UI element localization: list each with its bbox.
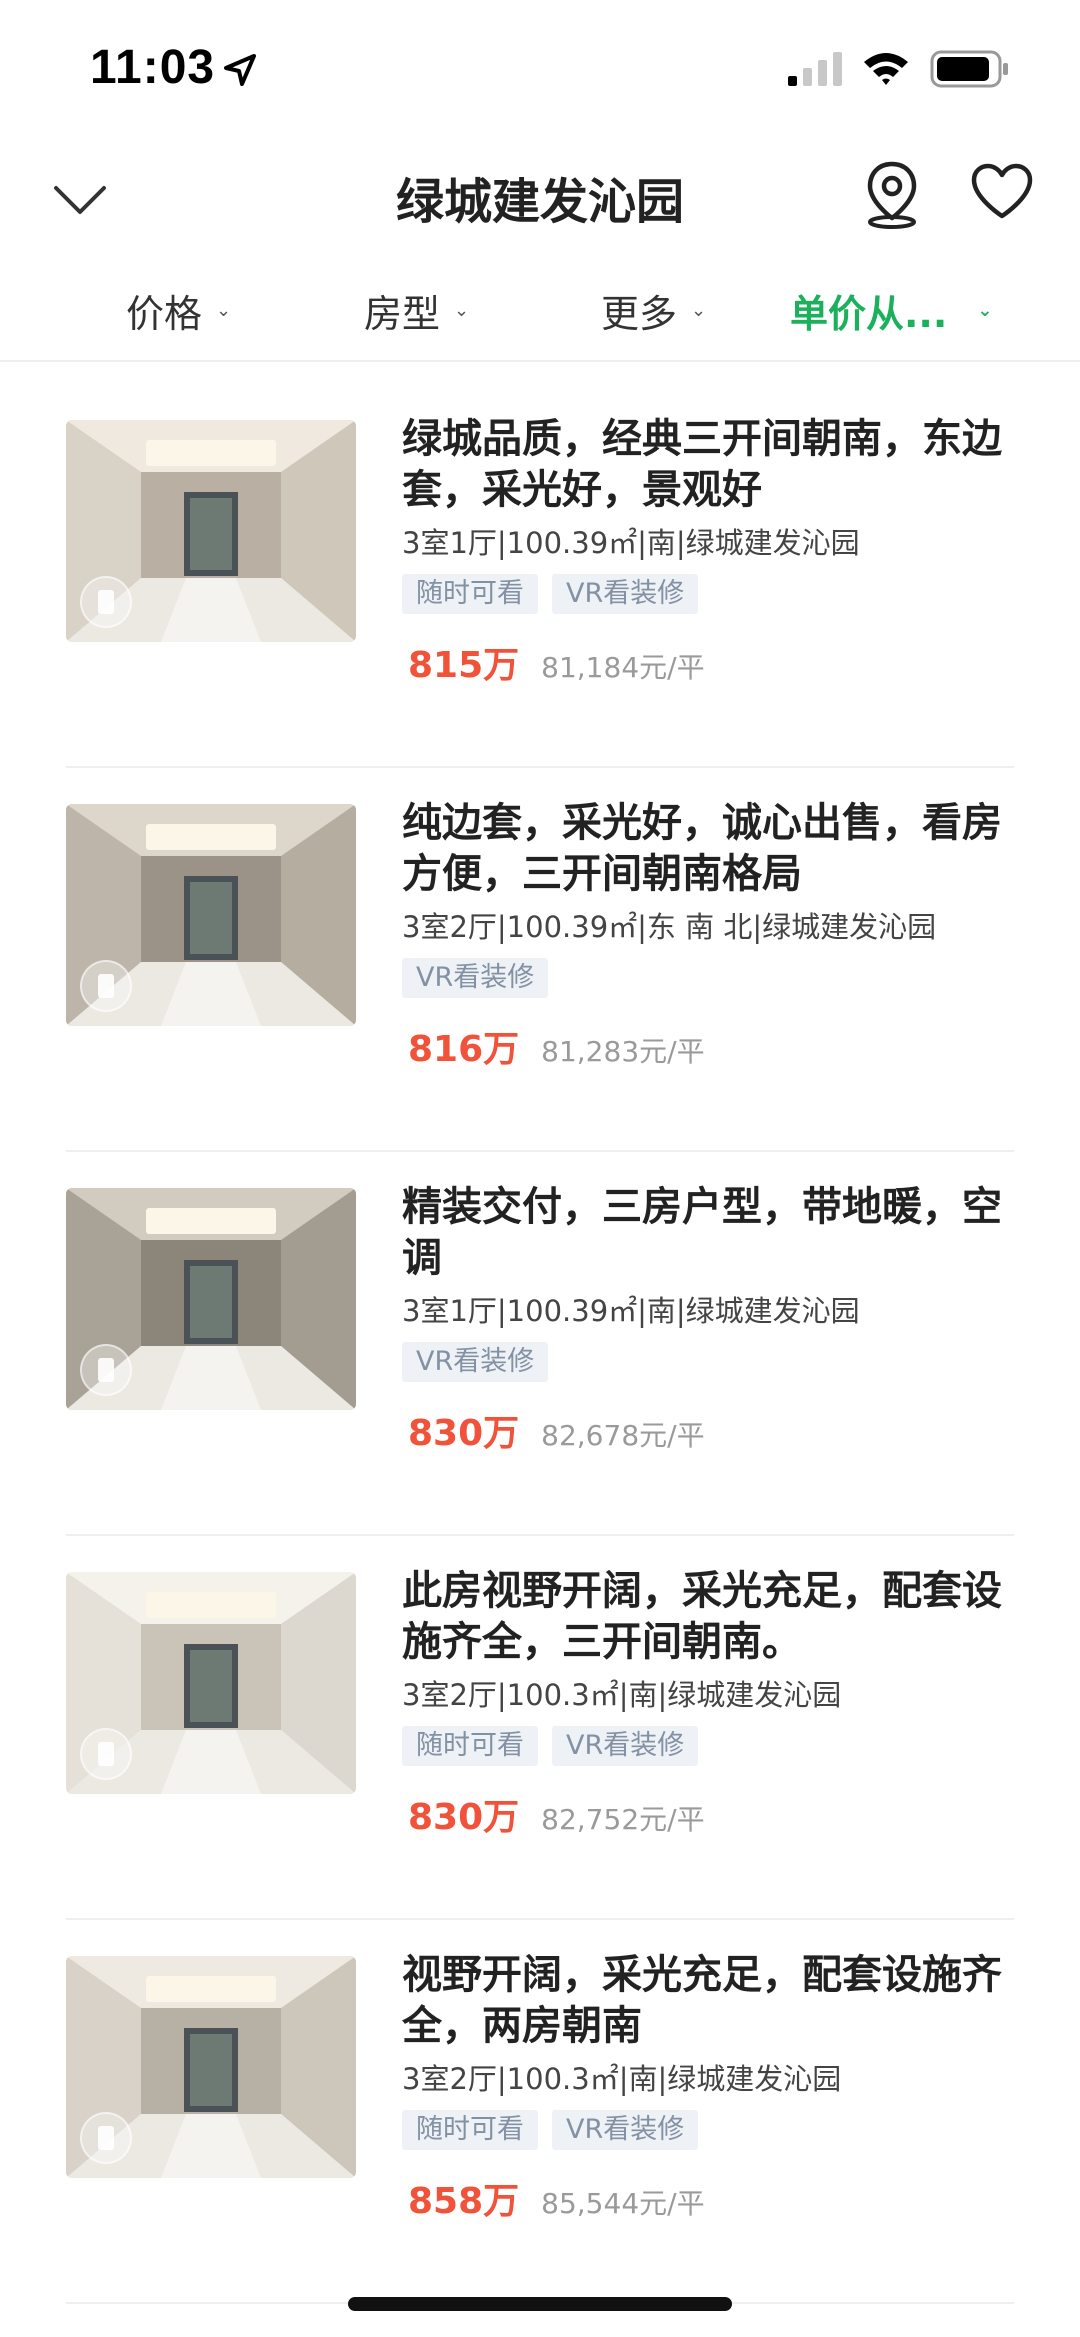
listing-photo[interactable] [66, 1956, 356, 2178]
listing-info: 此房视野开阔，采光充足，配套设施齐全，三开间朝南。 3室2厅|100.3㎡|南|绿… [402, 1566, 1014, 1840]
filter-more[interactable]: 更多 ⌄ [601, 280, 706, 340]
filter-room-type-label: 房型 [364, 291, 441, 336]
home-indicator[interactable] [348, 2297, 732, 2311]
listing-price-row: 830万 82,678元/平 [402, 1404, 1014, 1456]
vr-badge-icon [80, 960, 132, 1012]
listing-title[interactable]: 纯边套，采光好，诚心出售，看房方便，三开间朝南格局 [402, 798, 1014, 900]
listing-unit-price: 82,752元/平 [541, 1803, 705, 1836]
listing-price: 815万 [408, 645, 520, 686]
listing-tag: 随时可看 [402, 574, 538, 614]
listing-price: 830万 [408, 1797, 520, 1838]
cellular-signal-icon [788, 52, 842, 86]
listing-info: 绿城品质，经典三开间朝南，东边套，采光好，景观好 3室1厅|100.39㎡|南|绿… [402, 414, 1014, 688]
filter-more-label: 更多 [601, 291, 678, 336]
vr-badge-icon [80, 2112, 132, 2164]
listing-photo[interactable] [66, 1572, 356, 1794]
listing-card[interactable]: 纯边套，采光好，诚心出售，看房方便，三开间朝南格局 3室2厅|100.39㎡|东 … [66, 768, 1014, 1152]
listing-desc: 3室2厅|100.39㎡|东 南 北|绿城建发沁园 [402, 910, 937, 944]
listing-tags: 随时可看 VR看装修 [402, 1726, 1014, 1768]
listing-unit-price: 81,184元/平 [541, 651, 705, 684]
listing-unit-price: 81,283元/平 [541, 1035, 705, 1068]
listing-card[interactable]: 绿城品质，经典三开间朝南，东边套，采光好，景观好 3室1厅|100.39㎡|南|绿… [66, 384, 1014, 768]
listing-tags: 随时可看 VR看装修 [402, 2110, 1014, 2152]
listing-tag: VR看装修 [402, 958, 549, 998]
listing-price-row: 816万 81,283元/平 [402, 1020, 1014, 1072]
caret-down-icon: ⌄ [977, 299, 993, 321]
listing-tags: VR看装修 [402, 1342, 1014, 1384]
listing-card[interactable]: 视野开阔，采光充足，配套设施齐全，两房朝南 3室2厅|100.3㎡|南|绿城建发沁… [66, 1920, 1014, 2304]
listing-price: 830万 [408, 1413, 520, 1454]
listing-desc: 3室1厅|100.39㎡|南|绿城建发沁园 [402, 1294, 860, 1328]
listing-price-row: 830万 82,752元/平 [402, 1788, 1014, 1840]
location-arrow-icon [224, 54, 256, 86]
listing-card[interactable]: 此房视野开阔，采光充足，配套设施齐全，三开间朝南。 3室2厅|100.3㎡|南|绿… [66, 1536, 1014, 1920]
listing-tag: VR看装修 [402, 1342, 549, 1382]
listing-desc: 3室2厅|100.3㎡|南|绿城建发沁园 [402, 2062, 842, 2096]
listing-price-row: 815万 81,184元/平 [402, 636, 1014, 688]
caret-down-icon: ⌄ [216, 299, 232, 321]
status-time: 11:03 [90, 41, 216, 94]
listing-price: 816万 [408, 1029, 520, 1070]
listing-photo[interactable] [66, 420, 356, 642]
listing-unit-price: 82,678元/平 [541, 1419, 705, 1452]
caret-down-icon: ⌄ [454, 299, 470, 321]
listing-desc: 3室2厅|100.3㎡|南|绿城建发沁园 [402, 1678, 842, 1712]
filter-unit-price-label: 单价从... [790, 291, 948, 336]
listing-photo[interactable] [66, 804, 356, 1026]
listing-tags: VR看装修 [402, 958, 1014, 1000]
listing-tag: VR看装修 [552, 2110, 699, 2150]
listing-title[interactable]: 精装交付，三房户型，带地暖，空调 [402, 1182, 1014, 1284]
filter-room-type[interactable]: 房型 ⌄ [364, 280, 469, 340]
listing-card[interactable]: 精装交付，三房户型，带地暖，空调 3室1厅|100.39㎡|南|绿城建发沁园 VR看… [66, 1152, 1014, 1536]
listing-info: 精装交付，三房户型，带地暖，空调 3室1厅|100.39㎡|南|绿城建发沁园 VR看… [402, 1182, 1014, 1456]
filter-price[interactable]: 价格 ⌄ [126, 280, 231, 340]
listing-photo[interactable] [66, 1188, 356, 1410]
app-root: 11:03 绿城建发沁园 价格 ⌄ 房型 ⌄ 更多 ⌄ 单价从... ⌄ 绿城品… [0, 0, 1080, 2337]
vr-badge-icon [80, 1344, 132, 1396]
listing-desc: 3室1厅|100.39㎡|南|绿城建发沁园 [402, 526, 860, 560]
listing-info: 视野开阔，采光充足，配套设施齐全，两房朝南 3室2厅|100.3㎡|南|绿城建发沁… [402, 1950, 1014, 2224]
filter-unit-price-sort[interactable]: 单价从... ⌄ [790, 280, 992, 340]
listing-title[interactable]: 此房视野开阔，采光充足，配套设施齐全，三开间朝南。 [402, 1566, 1014, 1668]
listing-title[interactable]: 绿城品质，经典三开间朝南，东边套，采光好，景观好 [402, 414, 1014, 516]
battery-icon [930, 50, 1008, 88]
listing-price-row: 858万 85,544元/平 [402, 2172, 1014, 2224]
listing-info: 纯边套，采光好，诚心出售，看房方便，三开间朝南格局 3室2厅|100.39㎡|东 … [402, 798, 1014, 1072]
filter-price-label: 价格 [126, 291, 203, 336]
listing-title[interactable]: 视野开阔，采光充足，配套设施齐全，两房朝南 [402, 1950, 1014, 2052]
vr-badge-icon [80, 576, 132, 628]
nav-bar: 绿城建发沁园 [0, 140, 1080, 260]
wifi-icon [864, 53, 908, 85]
caret-down-icon: ⌄ [691, 299, 707, 321]
status-bar: 11:03 [0, 0, 1080, 140]
listing-tag: VR看装修 [552, 574, 699, 614]
listing-tag: 随时可看 [402, 1726, 538, 1766]
listing-tag: VR看装修 [552, 1726, 699, 1766]
heart-icon[interactable] [970, 162, 1034, 222]
vr-badge-icon [80, 1728, 132, 1780]
listing-price: 858万 [408, 2181, 520, 2222]
listing-tags: 随时可看 VR看装修 [402, 574, 1014, 616]
listing-unit-price: 85,544元/平 [541, 2187, 705, 2220]
listing-tag: 随时可看 [402, 2110, 538, 2150]
filter-bar: 价格 ⌄ 房型 ⌄ 更多 ⌄ 单价从... ⌄ [0, 270, 1080, 362]
map-pin-icon[interactable] [862, 160, 922, 230]
